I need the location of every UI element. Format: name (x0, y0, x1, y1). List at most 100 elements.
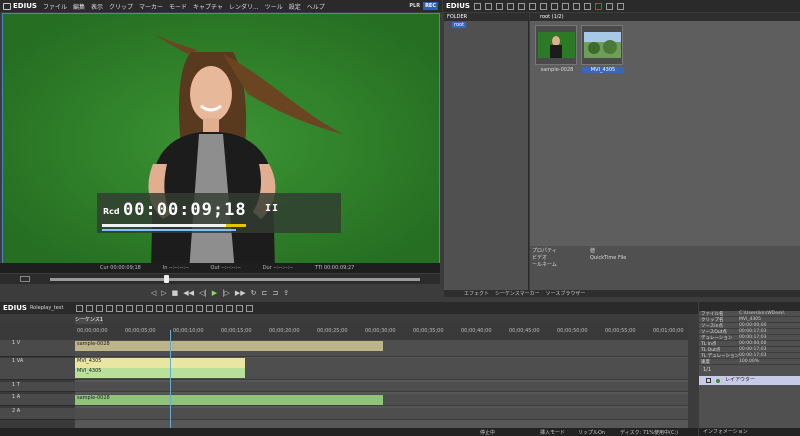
marker-icon[interactable] (236, 304, 244, 312)
loop-icon[interactable] (20, 276, 30, 282)
timeline-area[interactable]: 00;00;00;00 00;00;05;00 00;00;10;00 00;0… (75, 324, 688, 430)
undo-icon[interactable] (106, 304, 114, 312)
rewind-icon[interactable]: ◀◀ (183, 289, 194, 297)
ruler-label: 00;00;15;00 (221, 328, 252, 334)
bin-delete-icon[interactable] (594, 2, 602, 10)
export-file-icon[interactable] (226, 304, 234, 312)
menu-edit[interactable]: 編集 (73, 2, 85, 11)
open-project-icon[interactable] (86, 304, 94, 312)
tab-source-browser[interactable]: ソースブラウザー (546, 290, 586, 297)
track-1t[interactable] (75, 382, 688, 392)
timecode-overlay: Rcd 00:00:09;18 II (97, 193, 341, 233)
timeline-titlebar: EDIUS Roleplay_test (0, 302, 698, 314)
menu-marker[interactable]: マーカー (139, 2, 163, 11)
copy-icon[interactable] (136, 304, 144, 312)
track-header-2a[interactable]: 2 A (0, 408, 75, 420)
menu-settings[interactable]: 設定 (289, 2, 301, 11)
layer-checkbox-icon[interactable] (706, 378, 711, 383)
bin-properties-icon[interactable] (605, 2, 613, 10)
render-icon[interactable] (216, 304, 224, 312)
timeline-cursor[interactable] (170, 330, 171, 430)
bin-up-icon[interactable] (484, 2, 492, 10)
timecode-row: Cur 00:00:09;18 In --:--:--:-- Out --:--… (0, 263, 440, 273)
bin-clip[interactable]: sample-0028 (535, 25, 577, 73)
folder-root[interactable]: root (452, 22, 467, 28)
bin-view-icon[interactable] (616, 2, 624, 10)
new-sequence-icon[interactable] (76, 304, 84, 312)
cut-icon[interactable] (126, 304, 134, 312)
timeline-clip[interactable]: MVI_4305 (75, 368, 245, 378)
preview-scrubber[interactable] (0, 274, 440, 284)
track-header-1v[interactable]: 1 V (0, 340, 75, 357)
plr-button[interactable]: PLR (407, 2, 423, 10)
timeline-clip[interactable]: sample-0028 (75, 395, 383, 405)
timeline-settings-icon[interactable] (246, 304, 254, 312)
fast-forward-icon[interactable]: ▶▶ (235, 289, 246, 297)
track-2a[interactable] (75, 408, 688, 420)
set-out-icon[interactable]: ▷ (161, 289, 166, 297)
folder-view-icon[interactable] (473, 2, 481, 10)
menu-file[interactable]: ファイル (43, 2, 67, 11)
info-row: 速度 100.00% (699, 359, 800, 365)
insert-icon[interactable]: ⊏ (262, 289, 268, 297)
audio-icon[interactable] (206, 304, 214, 312)
timeline-clip[interactable]: sample-0028 (75, 341, 383, 351)
edius-logo-icon (3, 2, 11, 10)
track-1v[interactable]: sample-0028 (75, 340, 688, 357)
tab-sequence-1[interactable]: シーケンス1 (75, 317, 103, 324)
step-forward-icon[interactable]: |▷ (222, 289, 230, 297)
overwrite-icon[interactable]: ⊐ (272, 289, 278, 297)
menu-render[interactable]: レンダリ... (229, 2, 259, 11)
progress-bar-white (102, 224, 246, 227)
menu-view[interactable]: 表示 (91, 2, 103, 11)
bin-copy-icon[interactable] (550, 2, 558, 10)
redo-icon[interactable] (116, 304, 124, 312)
menu-mode[interactable]: モード (169, 2, 187, 11)
menu-tools[interactable]: ツール (265, 2, 283, 11)
scrub-track[interactable] (50, 278, 420, 281)
menu-clip[interactable]: クリップ (109, 2, 133, 11)
save-project-icon[interactable] (96, 304, 104, 312)
bin-cut-icon[interactable] (539, 2, 547, 10)
timeline-clip[interactable]: MVI_4305 (75, 358, 245, 368)
tab-sequence-markers[interactable]: シーケンスマーカー (495, 290, 540, 297)
set-in-icon[interactable]: ◁ (151, 289, 156, 297)
tab-effects[interactable]: エフェクト (464, 290, 489, 297)
bin-clip[interactable]: MVI_4305 (581, 25, 624, 73)
menu-help[interactable]: ヘルプ (307, 2, 325, 11)
delete-icon[interactable] (156, 304, 164, 312)
paste-icon[interactable] (146, 304, 154, 312)
bin-add-timeline-icon[interactable] (583, 2, 591, 10)
loop-play-icon[interactable]: ↻ (251, 289, 257, 297)
status-bar: 停止中 挿入モード リップルOn ディスク: 71%使用中(C:) (0, 428, 698, 436)
export-icon[interactable]: ⇪ (283, 289, 289, 297)
tab-information[interactable]: インフォメーション (699, 428, 800, 436)
information-panel: ファイル名 C:\Users\kirsWDesk\ クリップ名 MVI_4305 ソ… (699, 302, 800, 428)
clip-properties: プロパティ値 ビデオ QuickTime File ールネーム (530, 246, 800, 296)
preview-monitor[interactable] (2, 13, 440, 273)
bin-search-icon[interactable] (495, 2, 503, 10)
track-header-1t[interactable]: 1 T (0, 382, 75, 392)
bin-color-bar-icon[interactable] (517, 2, 525, 10)
track-header-1a[interactable]: 1 A (0, 394, 75, 406)
rec-button[interactable]: REC (423, 2, 438, 10)
layer-row[interactable]: レイアウター (699, 376, 800, 385)
track-1va[interactable]: MVI_4305 MVI_4305 (75, 358, 688, 380)
scrub-handle[interactable] (164, 275, 169, 283)
bin-paste-icon[interactable] (561, 2, 569, 10)
mixer-icon[interactable] (196, 304, 204, 312)
bin-title-icon[interactable] (528, 2, 536, 10)
track-header-1va[interactable]: 1 VA (0, 358, 75, 380)
menu-capture[interactable]: キャプチャ (193, 2, 223, 11)
dur-timecode: Dur --:--:--:-- (262, 265, 293, 271)
ripple-delete-icon[interactable] (166, 304, 174, 312)
bin-add-clip-icon[interactable] (506, 2, 514, 10)
snap-icon[interactable] (176, 304, 184, 312)
step-back-icon[interactable]: ◁| (199, 289, 207, 297)
track-1a[interactable]: sample-0028 (75, 394, 688, 406)
stop-icon[interactable]: ■ (172, 289, 179, 297)
bin-player-icon[interactable] (572, 2, 580, 10)
timeline-ruler[interactable]: 00;00;00;00 00;00;05;00 00;00;10;00 00;0… (75, 324, 688, 340)
link-icon[interactable] (186, 304, 194, 312)
play-icon[interactable]: ▶ (212, 289, 217, 297)
